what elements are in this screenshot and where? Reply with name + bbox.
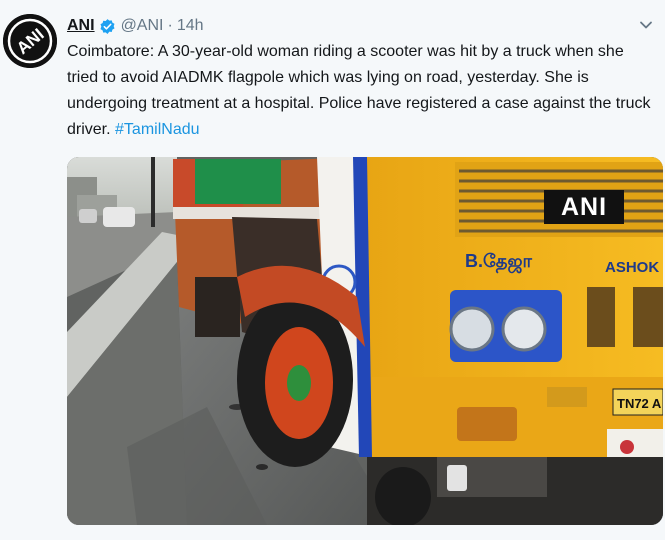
avatar[interactable]: ANI [3,14,57,68]
author-name[interactable]: ANI [67,17,95,35]
truck-sign-text: B.தேஜா [465,251,533,274]
chevron-down-icon[interactable] [639,18,653,32]
ani-watermark: ANI [544,190,624,224]
separator-dot: · [167,17,173,34]
ani-logo-icon: ANI [3,14,57,68]
tweet-card[interactable]: ANI ANI @ANI · 14h Coimbatore: A 30-year… [0,0,665,540]
tweet-header: ANI @ANI · 14h [67,15,204,37]
truck-brand-text: ASHOK [605,259,659,276]
hashtag-link[interactable]: #TamilNadu [115,121,199,138]
tweet-timestamp[interactable]: 14h [177,17,204,35]
tweet-media[interactable]: B.தேஜா ASHOK TN72 A ANI [67,157,663,525]
tweet-text: Coimbatore: A 30-year-old woman riding a… [67,39,657,143]
author-handle[interactable]: @ANI [121,17,164,35]
verified-badge-icon [99,18,116,35]
plate-text: TN72 A [617,396,662,411]
